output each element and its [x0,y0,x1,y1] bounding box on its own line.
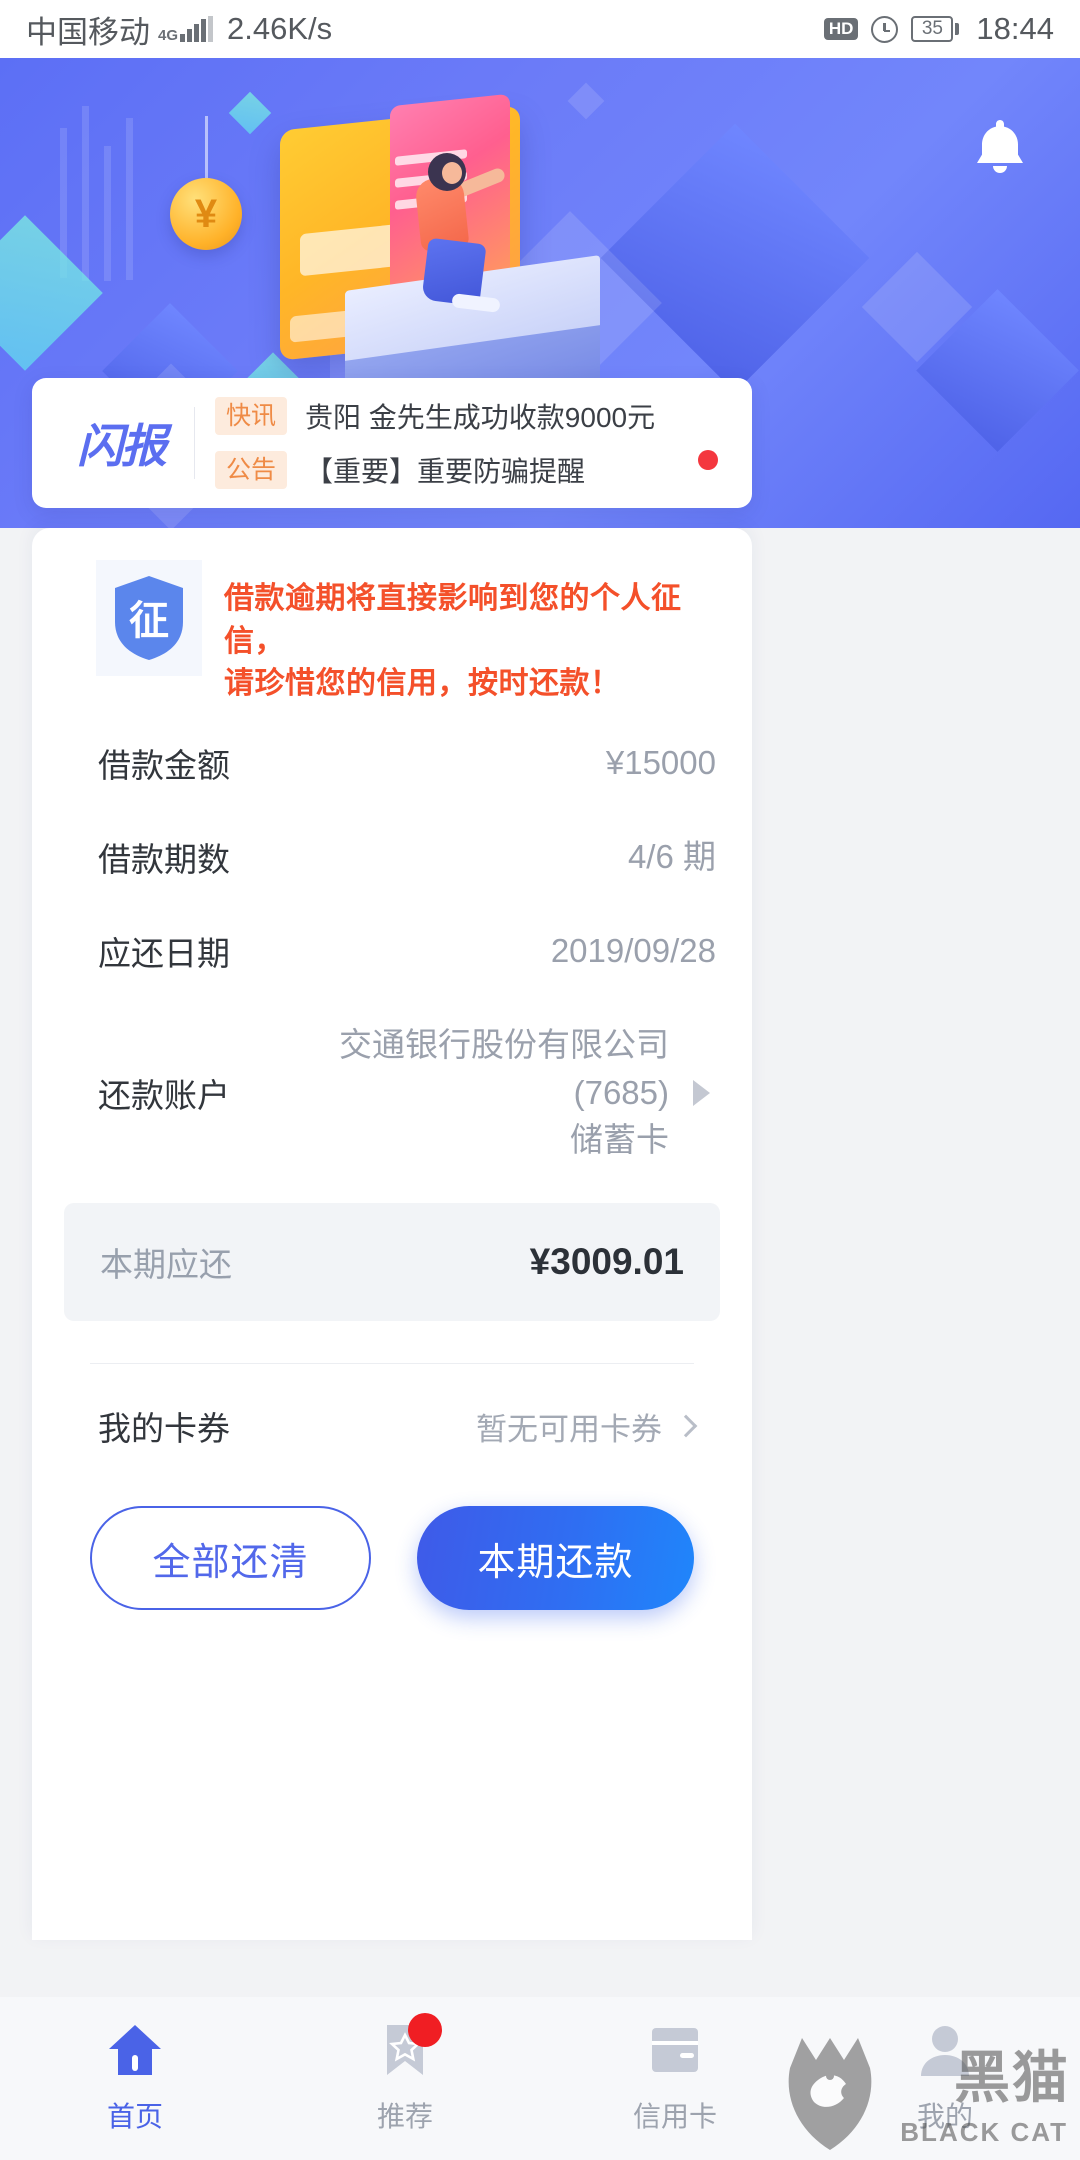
battery-level-label: 35 [911,15,954,43]
flash-news-card[interactable]: 闪报 快讯 贵阳 金先生成功收款9000元 公告 【重要】重要防骗提醒 [32,378,752,508]
network-speed-label: 2.46K/s [227,11,333,46]
current-due-box: 本期应还 ¥3009.01 [64,1203,720,1322]
coupon-label: 我的卡券 [98,1410,230,1448]
due-amount: ¥3009.01 [529,1241,684,1283]
row-value: ¥15000 [605,743,716,781]
news-text: 贵阳 金先生成功收款9000元 [305,402,656,433]
action-buttons: 全部还清 本期还款 [32,1450,752,1611]
signal-bars-icon [180,16,214,42]
table-row: 借款期数 4/6 期 [98,810,716,904]
table-row: 应还日期 2019/09/28 [98,904,716,998]
battery-icon: 35 [911,15,960,43]
row-label: 还款账户 [98,1076,230,1114]
warning-line-1: 借款逾期将直接影响到您的个人征信， [224,582,682,658]
person-icon [914,2019,976,2081]
news-tag: 快讯 [215,396,288,436]
coupon-right: 暂无可用卡券 [476,1404,698,1449]
loan-detail-rows: 借款金额 ¥15000 借款期数 4/6 期 应还日期 2019/09/28 还… [32,716,752,1188]
status-bar: 中国移动 4G 2.46K/s HD 35 18:44 [0,0,1080,58]
news-text: 【重要】重要防骗提醒 [305,456,586,487]
tab-label: 首页 [106,2101,163,2132]
credit-warning: 征 借款逾期将直接影响到您的个人征信， 请珍惜您的信用，按时还款！ [32,528,752,716]
clock-label: 18:44 [976,11,1054,46]
flash-news-list: 快讯 贵阳 金先生成功收款9000元 公告 【重要】重要防骗提醒 [215,396,730,490]
battery-cap [955,22,960,35]
network-type-label: 4G [158,27,179,44]
tab-label: 我的 [916,2101,973,2132]
warning-line-2: 请珍惜您的信用，按时还款！ [224,667,621,701]
status-bar-left: 中国移动 4G 2.46K/s [26,7,332,52]
home-icon [104,2019,166,2081]
shield-char: 征 [129,599,169,643]
deco-bar [104,146,111,281]
tab-recommend[interactable]: 推荐 [270,2013,540,2135]
row-value: 2019/09/28 [550,931,716,969]
flash-news-logo: 闪报 [77,420,167,472]
coupon-value: 暂无可用卡券 [476,1411,662,1447]
notification-bell-icon[interactable] [972,116,1028,178]
pay-current-period-button[interactable]: 本期还款 [417,1506,694,1611]
coin-icon: ¥ [170,178,242,250]
deco-bar [126,118,133,280]
account-name: 交通银行股份有限公司(7685) [339,1025,669,1111]
pay-off-all-button[interactable]: 全部还清 [90,1506,371,1611]
deco-bar [82,106,89,281]
news-tag: 公告 [215,450,288,490]
tab-label: 信用卡 [632,2101,717,2132]
chevron-right-icon[interactable] [693,1079,710,1106]
table-row: 借款金额 ¥15000 [98,716,716,810]
credit-shield-icon: 征 [96,560,202,676]
status-bar-right: HD 35 18:44 [823,11,1054,47]
signal-indicator: 4G [158,16,214,44]
notification-badge [408,2013,442,2047]
bookmark-star-icon [374,2013,442,2081]
list-item[interactable]: 公告 【重要】重要防骗提醒 [215,450,730,490]
tab-home[interactable]: 首页 [0,2019,270,2135]
app-root: 中国移动 4G 2.46K/s HD 35 18:44 ¥ 闪报 快讯 贵阳 金… [0,0,1080,2160]
repayment-card: 征 借款逾期将直接影响到您的个人征信， 请珍惜您的信用，按时还款！ 借款金额 ¥… [32,528,752,1940]
account-card-type: 储蓄卡 [570,1121,669,1159]
warning-text: 借款逾期将直接影响到您的个人征信， 请珍惜您的信用，按时还款！ [224,560,722,706]
tab-label: 推荐 [376,2101,433,2132]
row-value: 交通银行股份有限公司(7685) 储蓄卡 [246,1021,669,1165]
tab-mine[interactable]: 我的 [810,2019,1080,2135]
alarm-clock-icon [871,15,899,43]
unread-dot-indicator [698,450,718,470]
list-item[interactable]: 快讯 贵阳 金先生成功收款9000元 [215,396,730,436]
coin-string [205,116,208,182]
row-value: 4/6 期 [627,837,716,875]
due-label: 本期应还 [100,1246,232,1284]
deco-diamond-cyan [228,91,272,135]
row-label: 借款金额 [98,746,230,784]
carrier-label: 中国移动 [26,14,150,50]
hd-icon: HD [823,18,859,40]
repayment-account-row[interactable]: 还款账户 交通银行股份有限公司(7685) 储蓄卡 [98,998,716,1188]
illustration-person-face [442,162,462,184]
tab-credit-card[interactable]: 信用卡 [540,2019,810,2135]
chevron-right-icon[interactable] [674,1414,698,1438]
row-label: 应还日期 [98,934,230,972]
row-label: 借款期数 [98,840,230,878]
bottom-navigation: 首页 推荐 信用卡 我的 [0,1997,1080,2160]
divider [194,407,195,479]
deco-cube [600,123,870,393]
credit-card-icon [644,2019,706,2081]
deco-diamond [567,82,605,120]
my-coupons-row[interactable]: 我的卡券 暂无可用卡券 [32,1364,752,1450]
